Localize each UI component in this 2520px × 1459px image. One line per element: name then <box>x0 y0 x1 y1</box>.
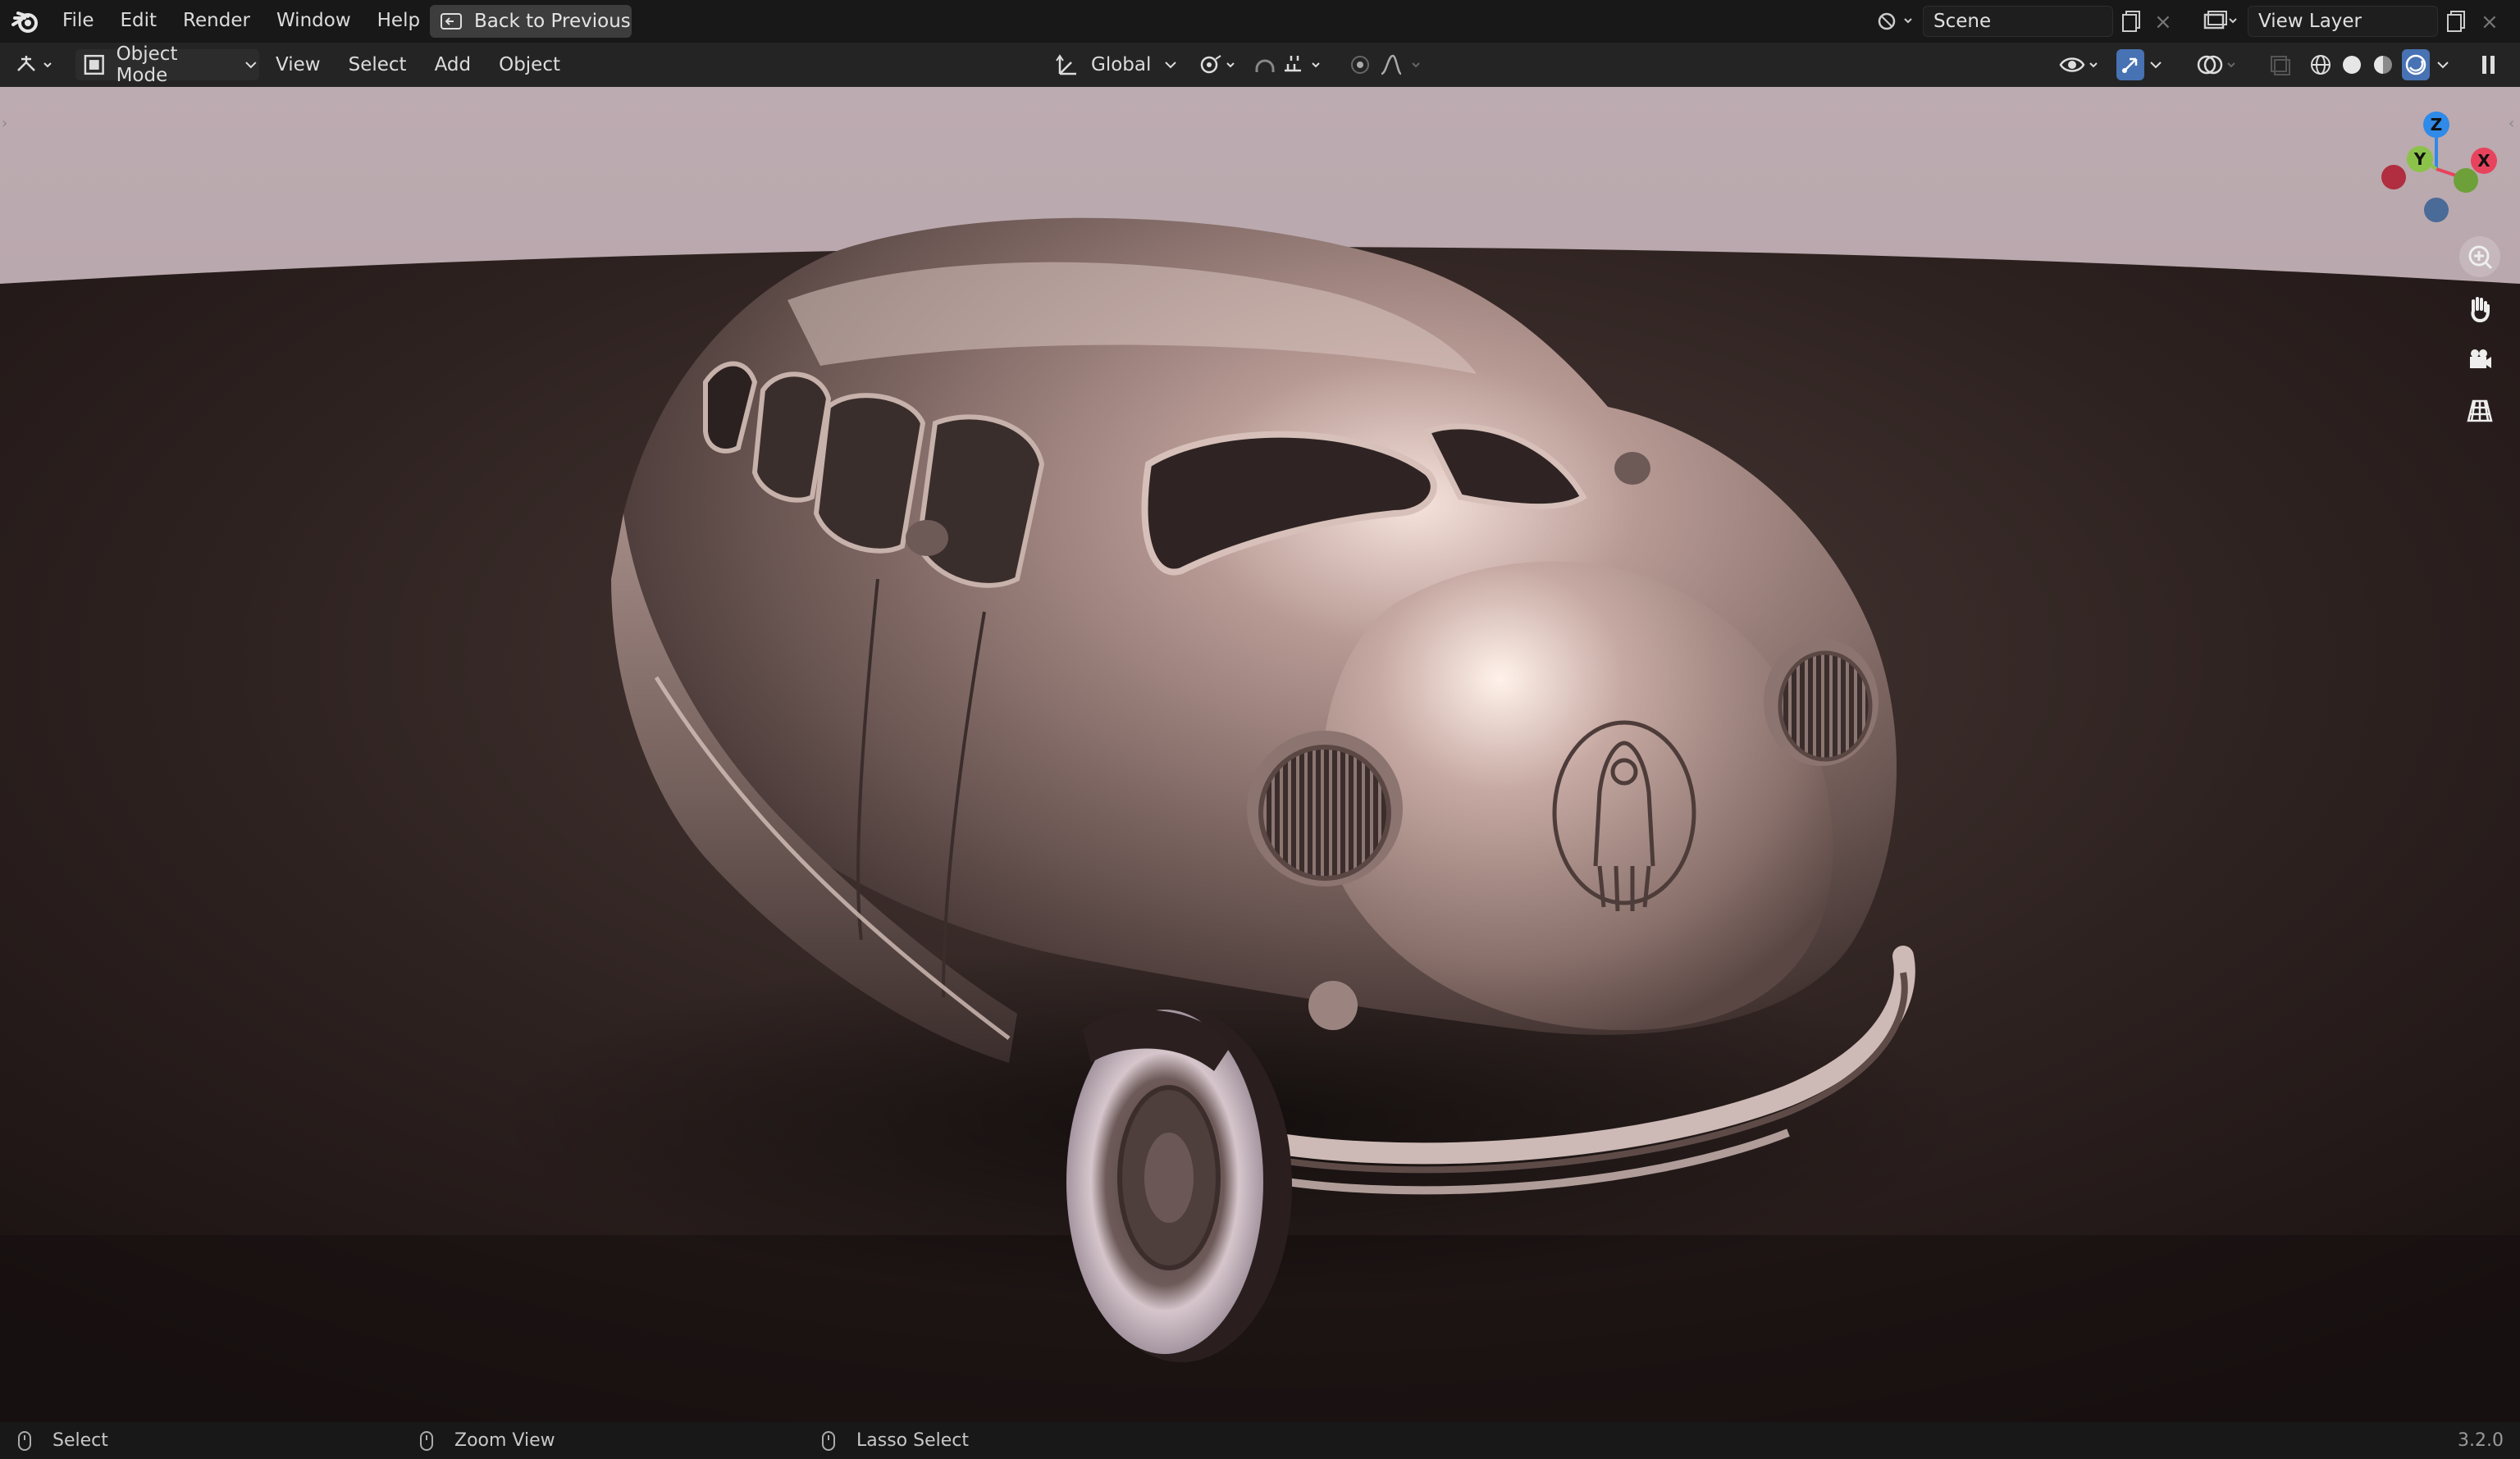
scene-close-icon[interactable]: × <box>2154 10 2172 34</box>
object-mode-dropdown[interactable]: Object Mode <box>75 43 259 86</box>
chevron-down-icon <box>1165 62 1177 69</box>
shading-dropdown[interactable] <box>2435 49 2456 80</box>
transform-orientation-dropdown[interactable]: Global <box>1055 49 1183 80</box>
status-select: Select <box>52 1430 108 1451</box>
scene-name: Scene <box>1933 11 1992 32</box>
gizmo-dropdown[interactable] <box>2148 49 2169 80</box>
view-layer-close-icon[interactable]: × <box>2481 10 2499 34</box>
pivot-icon <box>1200 55 1235 74</box>
material-icon <box>2374 56 2392 74</box>
menu-add[interactable]: Add <box>423 49 483 80</box>
pan-hand-icon <box>2471 297 2490 323</box>
visibility-icon <box>2059 57 2098 72</box>
headlight-left <box>1247 731 1403 887</box>
blender-version: 3.2.0 <box>2458 1430 2504 1451</box>
view-layer-name: View Layer <box>2258 11 2362 32</box>
gizmo-toggle[interactable] <box>2116 49 2144 80</box>
view-layer-icon <box>2203 11 2237 30</box>
orientation-icon <box>1056 54 1076 75</box>
scene-new-icon[interactable] <box>2120 8 2143 34</box>
mouse-right-icon <box>822 1430 835 1451</box>
view-layer-browse-button[interactable] <box>2195 7 2244 36</box>
overlay-toggle[interactable] <box>2195 49 2244 80</box>
chevron-down-icon <box>245 62 257 69</box>
headlight-right <box>1764 638 1879 766</box>
menu-help[interactable]: Help <box>366 5 431 36</box>
toolbar-region-toggle[interactable]: › <box>2 115 11 135</box>
overlay-icon <box>2197 55 2235 75</box>
back-to-previous-button[interactable]: Back to Previous <box>430 5 632 38</box>
status-bar: Select Zoom View Lasso Select 3.2.0 <box>0 1422 2520 1459</box>
menu-object[interactable]: Object <box>487 49 572 80</box>
menu-window[interactable]: Window <box>265 5 363 36</box>
camera-icon <box>2470 349 2491 368</box>
chevron-down-icon <box>2437 62 2449 69</box>
view-layer-name-field[interactable]: View Layer <box>2248 6 2438 37</box>
orientation-label: Global <box>1091 54 1152 75</box>
shading-rendered-button[interactable] <box>2402 49 2430 80</box>
pan-button[interactable] <box>2459 289 2500 330</box>
proportional-editing-toggle[interactable] <box>1347 49 1429 80</box>
proportional-icon <box>1351 54 1420 75</box>
zoom-icon <box>2468 245 2493 270</box>
xray-toggle[interactable] <box>2267 49 2295 80</box>
scene-icon <box>1878 12 1912 30</box>
top-menu-bar: File Edit Render Window Help Back to Pre… <box>0 0 2520 43</box>
3d-viewport[interactable]: › ‹ Z X Y <box>0 87 2520 1422</box>
menu-file[interactable]: File <box>51 5 106 36</box>
menu-view[interactable]: View <box>264 49 332 80</box>
sidebar-region-toggle[interactable]: ‹ <box>2509 115 2518 135</box>
sidebar-icon <box>2482 56 2495 74</box>
toggle-sidebar-button[interactable] <box>2479 49 2504 80</box>
zoom-button[interactable] <box>2459 236 2500 277</box>
solid-icon <box>2343 56 2361 74</box>
camera-view-button[interactable] <box>2459 340 2500 381</box>
gizmo-x-axis[interactable]: X <box>2471 148 2497 174</box>
chevron-down-icon <box>2150 62 2162 69</box>
gizmo-z-axis[interactable]: Z <box>2423 112 2449 138</box>
blender-logo-icon[interactable] <box>11 8 39 34</box>
object-mode-icon <box>84 54 104 75</box>
object-mode-label: Object Mode <box>116 43 178 86</box>
status-zoom: Zoom View <box>454 1430 555 1451</box>
menu-edit[interactable]: Edit <box>109 5 169 36</box>
mouse-middle-icon <box>420 1430 433 1451</box>
back-icon <box>440 12 463 30</box>
perspective-toggle-button[interactable] <box>2459 390 2500 431</box>
editor-type-button[interactable] <box>13 49 62 80</box>
view-layer-new-icon[interactable] <box>2445 8 2468 34</box>
scene-name-field[interactable]: Scene <box>1923 6 2113 37</box>
rendered-car-scene <box>0 87 2520 1422</box>
snap-toggle[interactable] <box>1252 49 1334 80</box>
front-wheel <box>1066 1010 1292 1362</box>
visibility-dropdown[interactable] <box>2057 49 2107 80</box>
shading-solid-button[interactable] <box>2340 49 2367 80</box>
menu-render[interactable]: Render <box>171 5 262 36</box>
viewport-header: Object Mode View Select Add Object Globa… <box>0 43 2520 88</box>
snap-icon <box>1255 56 1320 72</box>
pivot-point-dropdown[interactable] <box>1196 49 1244 80</box>
navigation-gizmo[interactable]: Z X Y <box>2371 103 2502 243</box>
status-lasso: Lasso Select <box>856 1430 969 1451</box>
menu-select[interactable]: Select <box>337 49 418 80</box>
back-button-label: Back to Previous <box>474 11 631 32</box>
wireframe-icon <box>2311 55 2331 75</box>
shading-wireframe-button[interactable] <box>2308 49 2336 80</box>
mouse-left-icon <box>18 1430 31 1451</box>
grid-icon <box>2467 399 2493 422</box>
gizmo-icon <box>2122 57 2138 73</box>
xray-icon <box>2271 56 2290 75</box>
rendered-icon <box>2405 54 2426 75</box>
gizmo-y-axis[interactable]: Y <box>2407 146 2433 172</box>
scene-browse-button[interactable] <box>1870 7 1920 36</box>
editor-type-icon <box>17 56 52 71</box>
shading-material-button[interactable] <box>2371 49 2399 80</box>
